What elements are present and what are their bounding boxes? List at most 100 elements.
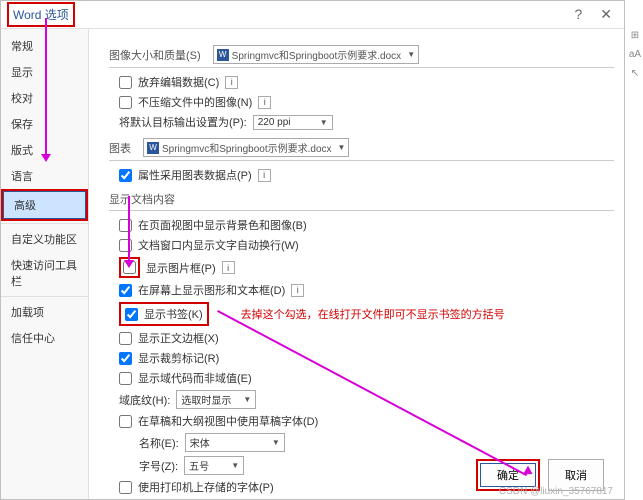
sidebar-item-display[interactable]: 显示 <box>1 59 88 85</box>
select-value: 宋体 <box>190 435 210 450</box>
label-font-size: 字号(Z): <box>139 458 178 474</box>
sidebar-item-proofing[interactable]: 校对 <box>1 85 88 111</box>
label-font-name: 名称(E): <box>139 435 179 451</box>
label-auto-wrap: 文档窗口内显示文字自动换行(W) <box>138 237 299 253</box>
row-pic-frame: 显示图片框(P) i <box>119 257 614 278</box>
label-crop-mark: 显示裁剪标记(R) <box>138 350 219 366</box>
label-bg-color: 在页面视图中显示背景色和图像(B) <box>138 217 307 233</box>
help-icon[interactable]: i <box>258 96 271 109</box>
chevron-down-icon: ▼ <box>231 461 239 470</box>
select-field-shading[interactable]: 选取时显示 ▼ <box>176 390 256 409</box>
chevron-down-icon: ▼ <box>338 143 346 152</box>
chevron-down-icon: ▼ <box>243 395 251 404</box>
checkbox-auto-wrap[interactable] <box>119 239 132 252</box>
annotation-text: 去掉这个勾选，在线打开文件即可不显示书签的方括号 <box>241 306 505 322</box>
row-body-border: 显示正文边框(X) <box>119 330 614 346</box>
cancel-button[interactable]: 取消 <box>548 459 604 491</box>
label-shape-text: 在屏幕上显示图形和文本框(D) <box>138 282 285 298</box>
section-image-size: 图像大小和质量(S) W Springmvc和Springboot示例要求.do… <box>109 45 614 68</box>
chevron-down-icon: ▼ <box>407 50 415 59</box>
row-draft-font: 在草稿和大纲视图中使用草稿字体(D) <box>119 413 614 429</box>
label-printer-font: 使用打印机上存储的字体(P) <box>138 479 274 495</box>
checkbox-no-compress[interactable] <box>119 96 132 109</box>
char-icon[interactable]: aA <box>629 49 641 60</box>
word-icon: W <box>217 49 229 61</box>
checkbox-body-border[interactable] <box>119 332 132 345</box>
sidebar-item-advanced[interactable]: 高级 <box>3 191 86 219</box>
options-dialog: Word 选项 ? ✕ 常规 显示 校对 保存 版式 语言 高级 自定义功能区 … <box>0 0 625 500</box>
chevron-down-icon: ▼ <box>320 118 328 127</box>
checkbox-field-code[interactable] <box>119 372 132 385</box>
row-prop-datapoint: 属性采用图表数据点(P) i <box>119 167 614 183</box>
sidebar: 常规 显示 校对 保存 版式 语言 高级 自定义功能区 快速访问工具栏 加载项 … <box>1 29 89 499</box>
section-label-text: 显示文档内容 <box>109 191 175 207</box>
window-controls: ? ✕ <box>574 6 618 23</box>
sidebar-item-language[interactable]: 语言 <box>1 163 88 189</box>
sidebar-item-save[interactable]: 保存 <box>1 111 88 137</box>
word-icon: W <box>147 142 159 154</box>
row-default-target: 将默认目标输出设置为(P): 220 ppi ▼ <box>119 114 614 130</box>
label-no-compress: 不压缩文件中的图像(N) <box>138 94 252 110</box>
label-prop-datapoint: 属性采用图表数据点(P) <box>138 167 252 183</box>
help-icon[interactable]: i <box>291 284 304 297</box>
label-field-code: 显示域代码而非域值(E) <box>138 370 252 386</box>
row-field-shading: 域底纹(H): 选取时显示 ▼ <box>119 390 614 409</box>
row-font-name: 名称(E): 宋体 ▼ <box>139 433 614 452</box>
select-font-size[interactable]: 五号 ▼ <box>184 456 244 475</box>
checkbox-bookmark[interactable] <box>125 308 138 321</box>
sidebar-item-quick-access[interactable]: 快速访问工具栏 <box>1 252 88 294</box>
label-draft-font: 在草稿和大纲视图中使用草稿字体(D) <box>138 413 318 429</box>
sidebar-item-customize-ribbon[interactable]: 自定义功能区 <box>1 226 88 252</box>
section-label-text: 图表 <box>109 140 131 156</box>
checkbox-crop-mark[interactable] <box>119 352 132 365</box>
doc-select-image[interactable]: W Springmvc和Springboot示例要求.docx ▼ <box>213 45 419 64</box>
cursor-icon[interactable]: ↖ <box>631 68 639 79</box>
doc-select-chart[interactable]: W Springmvc和Springboot示例要求.docx ▼ <box>143 138 349 157</box>
row-bookmark: 显示书签(K) 去掉这个勾选，在线打开文件即可不显示书签的方括号 <box>119 302 614 326</box>
label-bookmark: 显示书签(K) <box>144 306 203 322</box>
section-chart: 图表 W Springmvc和Springboot示例要求.docx ▼ <box>109 138 614 161</box>
panel-icon[interactable]: ⊞ <box>631 30 639 41</box>
checkbox-bg-color[interactable] <box>119 219 132 232</box>
checkbox-prop-datapoint[interactable] <box>119 169 132 182</box>
row-bg-color: 在页面视图中显示背景色和图像(B) <box>119 217 614 233</box>
dialog-body: 常规 显示 校对 保存 版式 语言 高级 自定义功能区 快速访问工具栏 加载项 … <box>1 29 624 499</box>
checkbox-pic-frame[interactable] <box>123 261 136 274</box>
doc-name: Springmvc和Springboot示例要求.docx <box>232 47 402 62</box>
sidebar-item-addins[interactable]: 加载项 <box>1 299 88 325</box>
checkbox-shape-text[interactable] <box>119 284 132 297</box>
label-body-border: 显示正文边框(X) <box>138 330 219 346</box>
section-label-text: 图像大小和质量(S) <box>109 47 201 63</box>
checkbox-printer-font[interactable] <box>119 481 132 494</box>
row-field-code: 显示域代码而非域值(E) <box>119 370 614 386</box>
label-default-target: 将默认目标输出设置为(P): <box>119 114 247 130</box>
row-discard-edit: 放弃编辑数据(C) i <box>119 74 614 90</box>
select-value: 220 ppi <box>258 117 291 128</box>
sidebar-item-layout[interactable]: 版式 <box>1 137 88 163</box>
label-discard-edit: 放弃编辑数据(C) <box>138 74 219 90</box>
button-row: 确定 取消 <box>476 459 604 491</box>
row-no-compress: 不压缩文件中的图像(N) i <box>119 94 614 110</box>
select-value: 选取时显示 <box>181 392 231 407</box>
help-icon[interactable]: i <box>225 76 238 89</box>
close-icon[interactable]: ✕ <box>600 6 612 23</box>
titlebar: Word 选项 ? ✕ <box>1 1 624 29</box>
ok-button[interactable]: 确定 <box>480 463 536 487</box>
sidebar-item-general[interactable]: 常规 <box>1 33 88 59</box>
select-default-target[interactable]: 220 ppi ▼ <box>253 115 333 130</box>
label-field-shading: 域底纹(H): <box>119 392 170 408</box>
help-icon[interactable]: ? <box>574 6 582 23</box>
select-font-name[interactable]: 宋体 ▼ <box>185 433 285 452</box>
help-icon[interactable]: i <box>222 261 235 274</box>
checkbox-draft-font[interactable] <box>119 415 132 428</box>
label-pic-frame: 显示图片框(P) <box>146 260 216 276</box>
row-shape-text: 在屏幕上显示图形和文本框(D) i <box>119 282 614 298</box>
select-value: 五号 <box>189 458 209 473</box>
chevron-down-icon: ▼ <box>272 438 280 447</box>
checkbox-discard-edit[interactable] <box>119 76 132 89</box>
help-icon[interactable]: i <box>258 169 271 182</box>
row-auto-wrap: 文档窗口内显示文字自动换行(W) <box>119 237 614 253</box>
section-doc-content: 显示文档内容 <box>109 191 614 211</box>
sidebar-item-trust-center[interactable]: 信任中心 <box>1 325 88 351</box>
doc-name: Springmvc和Springboot示例要求.docx <box>162 140 332 155</box>
